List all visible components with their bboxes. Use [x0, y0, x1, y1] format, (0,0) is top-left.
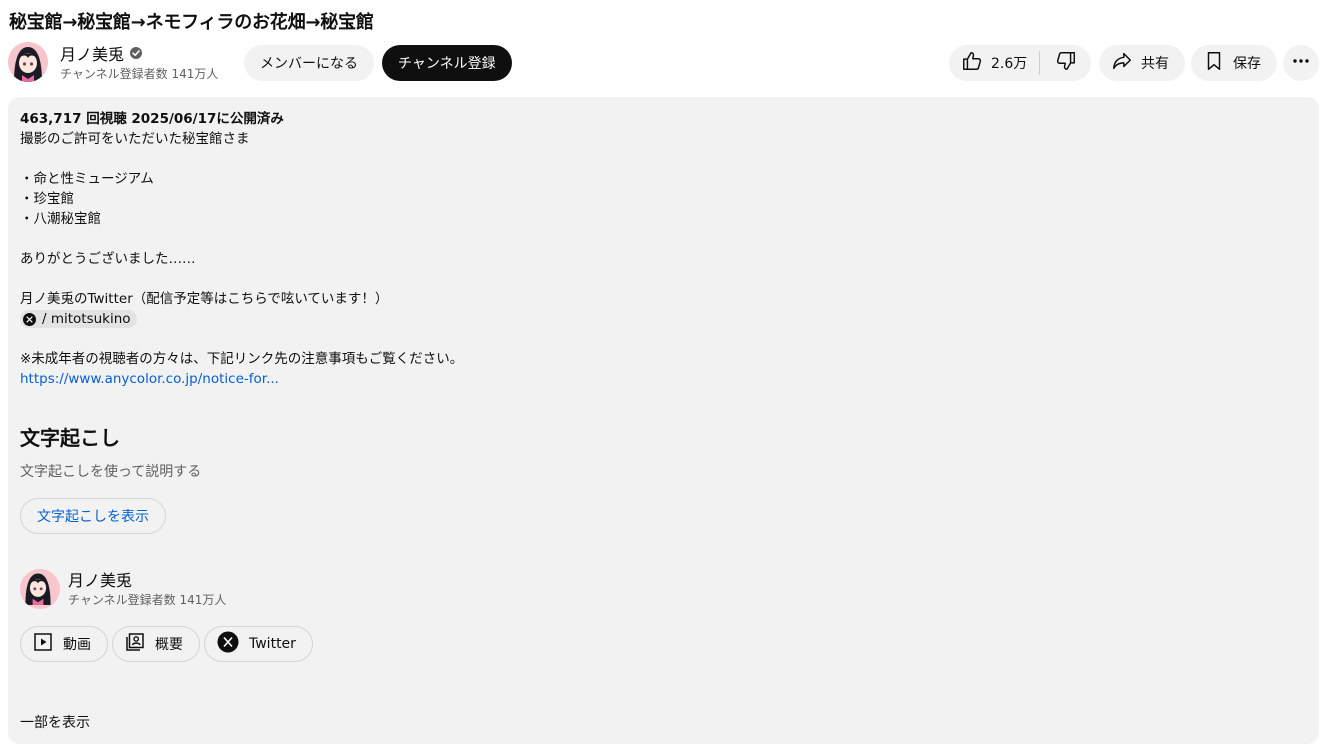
x-logo-icon — [23, 312, 36, 326]
notice-link[interactable]: https://www.anycolor.co.jp/notice-for... — [20, 371, 279, 387]
subscriber-count: チャンネル登録者数 141万人 — [60, 67, 219, 81]
owner-info: 月ノ美兎 チャンネル登録者数 141万人 — [60, 42, 218, 82]
videos-label: 動画 — [63, 637, 91, 653]
twitter-handle: / mitotsukino — [42, 311, 131, 327]
view-count-and-date: 463,717 回視聴 2025/06/17に公開済み — [20, 111, 284, 127]
channel-card-name[interactable]: 月ノ美兎 — [68, 567, 132, 591]
save-label: 保存 — [1233, 56, 1261, 72]
video-title: 秘宝館→秘宝館→ネモフィラのお花畑→秘宝館 — [9, 12, 374, 33]
like-count: 2.6万 — [991, 56, 1028, 72]
list-item: ・八潮秘宝館 — [20, 211, 101, 227]
twitter-note: 月ノ美兎のTwitter（配信予定等はこちらで呟いています！） — [20, 291, 389, 307]
list-item: ・命と性ミュージアム — [20, 171, 154, 187]
channel-name[interactable]: 月ノ美兎 — [60, 41, 124, 65]
channel-videos-button[interactable]: 動画 — [20, 626, 108, 662]
owner-row: 月ノ美兎 チャンネル登録者数 141万人 メンバーになる チャンネル登録 2.6… — [8, 42, 1320, 84]
notice-text: ※未成年者の視聴者の方々は、下記リンク先の注意事項もご覧ください。 — [20, 351, 464, 367]
share-label: 共有 — [1141, 56, 1169, 72]
channel-card-subscribers: チャンネル登録者数 141万人 — [68, 593, 227, 607]
channel-about-button[interactable]: 概要 — [112, 626, 200, 662]
description-text: 463,717 回視聴 2025/06/17に公開済み 撮影のご許可をいただいた… — [20, 109, 463, 389]
x-logo-icon — [217, 631, 239, 657]
verified-check-icon — [129, 46, 143, 60]
dislike-button[interactable] — [1040, 45, 1091, 81]
share-button[interactable]: 共有 — [1099, 45, 1185, 81]
more-actions-button[interactable] — [1283, 45, 1319, 81]
video-play-icon — [33, 632, 53, 656]
transcript-description: 文字起こしを使って説明する — [20, 464, 202, 480]
transcript-heading: 文字起こし — [20, 426, 120, 450]
thanks-text: ありがとうございました…… — [20, 251, 196, 267]
share-arrow-icon — [1111, 50, 1133, 76]
like-dislike-group: 2.6万 — [949, 45, 1091, 81]
channel-avatar[interactable] — [8, 42, 48, 82]
description-intro: 撮影のご許可をいただいた秘宝館さま — [20, 131, 250, 147]
twitter-link-chip[interactable]: / mitotsukino — [20, 310, 137, 328]
bookmark-icon — [1203, 50, 1225, 76]
channel-avatar-small[interactable] — [20, 569, 60, 609]
save-button[interactable]: 保存 — [1191, 45, 1277, 81]
channel-twitter-button[interactable]: Twitter — [204, 626, 313, 662]
twitter-label: Twitter — [249, 636, 296, 652]
about-label: 概要 — [155, 637, 183, 653]
thumbs-up-icon — [961, 50, 983, 76]
description-box[interactable]: 463,717 回視聴 2025/06/17に公開済み 撮影のご許可をいただいた… — [8, 97, 1319, 744]
subscribe-button[interactable]: チャンネル登録 — [382, 45, 512, 81]
thumbs-down-icon — [1055, 50, 1077, 76]
more-horizontal-icon — [1291, 51, 1311, 75]
join-membership-button[interactable]: メンバーになる — [244, 45, 374, 81]
like-button[interactable]: 2.6万 — [949, 45, 1039, 81]
show-transcript-button[interactable]: 文字起こしを表示 — [20, 498, 166, 534]
list-item: ・珍宝館 — [20, 191, 74, 207]
show-less-button[interactable]: 一部を表示 — [20, 712, 90, 732]
profile-card-icon — [125, 632, 145, 656]
